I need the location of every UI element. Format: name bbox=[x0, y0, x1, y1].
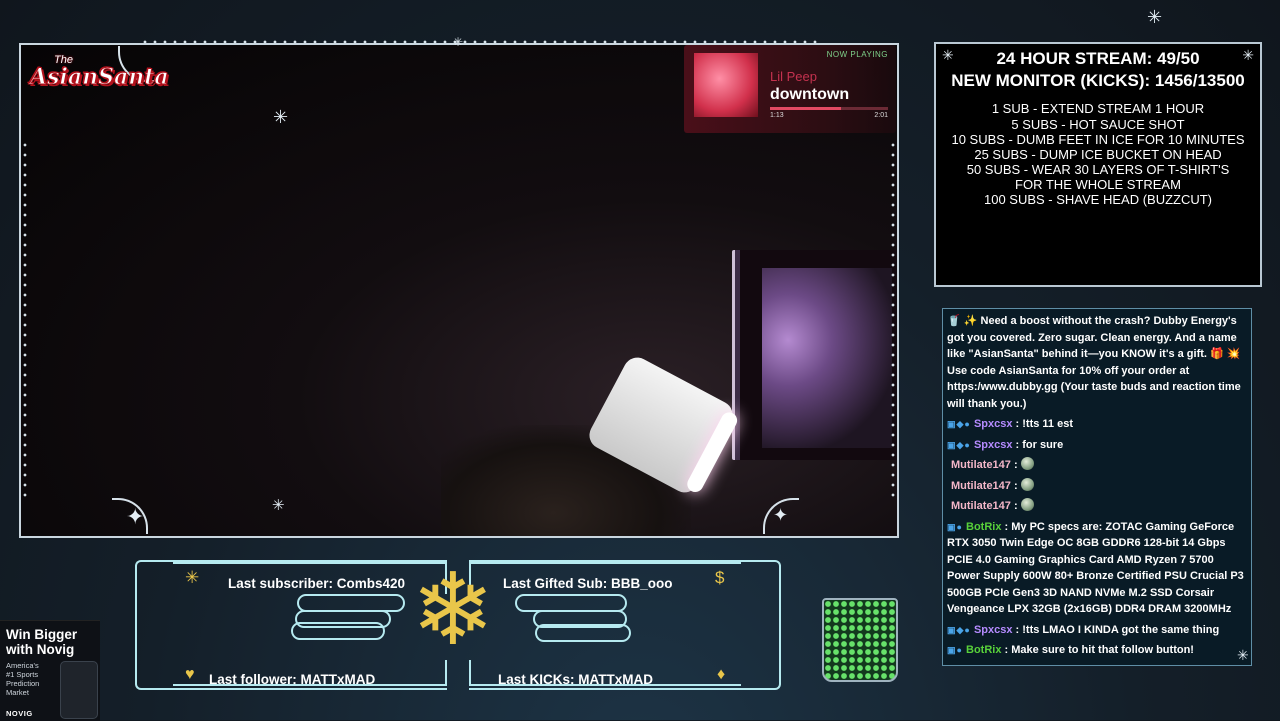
sub-goal-item: 100 SUBS - SHAVE HEAD (BUZZCUT) bbox=[983, 192, 1213, 207]
chat-username[interactable]: BotRix bbox=[966, 521, 1001, 533]
ad-subtext-line: Prediction bbox=[6, 679, 40, 688]
sub-goal-item: 25 SUBS - DUMP ICE BUCKET ON HEAD bbox=[974, 147, 1222, 162]
monitor-goal: NEW MONITOR (KICKS): 1456/13500 bbox=[951, 71, 1245, 90]
chat-text: My PC specs are: ZOTAC Gaming GeForce RT… bbox=[947, 520, 1244, 616]
ad-headline-line: Win Bigger bbox=[6, 627, 78, 642]
sub-goal-item: FOR THE WHOLE STREAM bbox=[1015, 177, 1181, 192]
last-gifted-sub: Last Gifted Sub: BBB_ooo bbox=[503, 576, 673, 591]
snowflake-emblem-icon: ❄ bbox=[411, 554, 495, 666]
sparkle-icon: ✳ bbox=[942, 47, 954, 63]
ad-subtext-line: #1 Sports bbox=[6, 670, 39, 679]
sub-goal-item: 10 SUBS - DUMB FEET IN ICE FOR 10 MINUTE… bbox=[951, 132, 1245, 147]
ad-brand: NOVIG bbox=[6, 709, 33, 718]
chat-text: Make sure to hit that follow button! bbox=[1011, 644, 1194, 656]
snowflake-icon: ✳ bbox=[273, 107, 289, 127]
emote-icon bbox=[1020, 457, 1034, 470]
frame-dots-left bbox=[21, 140, 29, 500]
novig-ad[interactable]: Win Bigger with Novig America's #1 Sport… bbox=[0, 620, 100, 721]
ad-subtext: America's #1 Sports Prediction Market bbox=[6, 661, 39, 697]
chat-message-promo: 🥤 ✨ Need a boost without the crash? Dubb… bbox=[947, 315, 1241, 410]
snowflake-icon: ✳ bbox=[1237, 647, 1249, 663]
ad-headline-line: with Novig bbox=[6, 642, 75, 657]
sub-goal-item: 50 SUBS - WEAR 30 LAYERS OF T-SHIRT'S bbox=[966, 162, 1230, 177]
ad-subtext-line: Market bbox=[6, 688, 29, 697]
chat-text: !tts LMAO I KINDA got the same thing bbox=[1022, 623, 1220, 636]
snowflake-icon: ✳ bbox=[453, 35, 464, 49]
dollar-icon: $ bbox=[715, 568, 725, 587]
emote-icon bbox=[1020, 477, 1034, 491]
sub-goal-item: 5 SUBS - HOT SAUCE SHOT bbox=[1011, 117, 1185, 132]
heart-icon: ♥ bbox=[185, 666, 195, 683]
last-kicks: Last KICKs: MATTxMAD bbox=[498, 672, 653, 687]
chat-message: ▣◆● Spxcsx : !tts LMAO I KINDA got the s… bbox=[947, 623, 1220, 636]
chat-panel[interactable]: 🥤 ✨ Need a boost without the crash? Dubb… bbox=[942, 308, 1252, 666]
last-subscriber: Last subscriber: Combs420 bbox=[228, 576, 406, 591]
album-art bbox=[694, 53, 758, 117]
chat-message: Mutilate147 : bbox=[947, 457, 1247, 474]
ad-headline: Win Bigger with Novig bbox=[6, 627, 77, 657]
snowflake-icon: ✳ bbox=[1147, 7, 1163, 27]
chat-message: ▣◆● Spxcsx : for sure bbox=[947, 438, 1064, 451]
emote-icon bbox=[1020, 498, 1034, 511]
chat-message: ▣● BotRix : Make sure to hit that follow… bbox=[947, 644, 1194, 656]
user-badges-icon: ▣◆● bbox=[947, 439, 971, 450]
sub-goal-list: 1 SUB - EXTEND STREAM 1 HOUR 5 SUBS - HO… bbox=[936, 101, 1260, 207]
user-badges-icon: ▣● bbox=[947, 645, 963, 655]
logo-name: AsianSanta bbox=[30, 64, 170, 91]
kicks-jar bbox=[822, 598, 898, 682]
pc-case bbox=[732, 250, 897, 460]
chat-username[interactable]: Spxcsx bbox=[974, 439, 1013, 451]
phone-image bbox=[60, 661, 98, 719]
chat-username[interactable]: Spxcsx bbox=[974, 624, 1013, 636]
decor-pill bbox=[535, 624, 631, 642]
stream-goal: 24 HOUR STREAM: 49/50 bbox=[996, 49, 1200, 68]
chat-text: for sure bbox=[1022, 438, 1064, 451]
user-badges-icon: ▣● bbox=[947, 521, 963, 532]
sparkle-icon: ✦ bbox=[126, 504, 145, 529]
channel-logo: The AsianSanta bbox=[28, 54, 170, 104]
track-artist: Lil Peep bbox=[770, 69, 817, 84]
chat-message: ▣● BotRix : My PC specs are: ZOTAC Gamin… bbox=[947, 520, 1244, 616]
track-elapsed: 1:13 bbox=[770, 112, 784, 119]
track-title: downtown bbox=[770, 86, 850, 103]
sparkle-icon: ✦ bbox=[773, 505, 789, 525]
decor-pill bbox=[295, 610, 391, 628]
track-total: 2:01 bbox=[874, 112, 888, 119]
chat-username[interactable]: Mutilate147 bbox=[951, 500, 1011, 512]
chat-message: ▣◆● Spxcsx : !tts 11 est bbox=[947, 418, 1073, 430]
chat-username[interactable]: Spxcsx bbox=[974, 418, 1013, 430]
now-playing-tag: NOW PLAYING bbox=[826, 50, 888, 59]
stream-goals-panel: ✳ ✳ 24 HOUR STREAM: 49/50 NEW MONITOR (K… bbox=[934, 42, 1262, 287]
chat-username[interactable]: Mutilate147 bbox=[951, 480, 1011, 492]
sparkle-icon: ✳ bbox=[1242, 47, 1254, 63]
chat-username[interactable]: Mutilate147 bbox=[951, 459, 1011, 471]
user-badges-icon: ▣◆● bbox=[947, 624, 971, 635]
last-follower: Last follower: MATTxMAD bbox=[209, 672, 376, 687]
recent-events-bar: ✳ $ ♥ ♦ ❄ Last subscriber: Combs420 Last… bbox=[135, 556, 783, 696]
snowflake-icon: ✳ bbox=[272, 497, 285, 514]
chat-username[interactable]: BotRix bbox=[966, 644, 1001, 656]
sub-goal-item: 1 SUB - EXTEND STREAM 1 HOUR bbox=[991, 101, 1205, 116]
chat-text: !tts 11 est bbox=[1022, 418, 1073, 430]
user-badges-icon: ▣◆● bbox=[947, 419, 971, 429]
sparkle-icon: ✳ bbox=[185, 568, 200, 587]
diamond-icon: ♦ bbox=[717, 666, 726, 683]
chat-message: Mutilate147 : bbox=[947, 498, 1247, 515]
chat-message: Mutilate147 : bbox=[947, 477, 1247, 495]
frame-dots-right bbox=[889, 140, 897, 500]
ad-subtext-line: America's bbox=[6, 661, 39, 670]
track-progress-bar bbox=[770, 107, 888, 110]
now-playing-widget: NOW PLAYING Lil Peep downtown 1:13 2:01 bbox=[684, 45, 896, 133]
